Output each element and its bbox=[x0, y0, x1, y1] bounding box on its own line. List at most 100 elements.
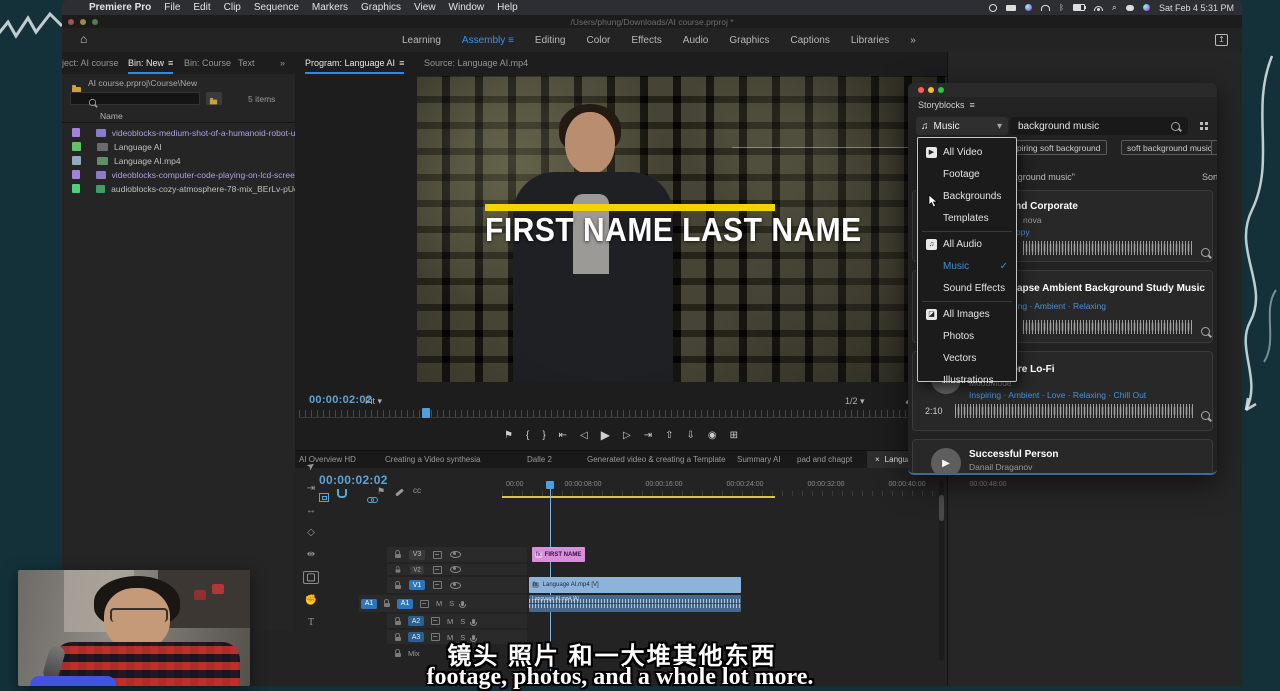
graphic-clip-first-name[interactable]: fx FIRST NAME bbox=[532, 547, 585, 562]
rectangle-tool-icon[interactable]: ▢ bbox=[303, 571, 318, 584]
label-color-chip[interactable] bbox=[72, 156, 81, 165]
razor-tool-icon[interactable]: ◇ bbox=[307, 527, 315, 538]
menu-sequence[interactable]: Sequence bbox=[254, 2, 299, 13]
storyblocks-search-input[interactable]: background music bbox=[1010, 117, 1188, 135]
result-artist[interactable]: nova bbox=[1023, 215, 1041, 225]
tab-source-monitor[interactable]: Source: Language AI.mp4 bbox=[424, 52, 528, 74]
workspace-tab-audio[interactable]: Audio bbox=[683, 35, 709, 46]
playback-resolution-dropdown[interactable]: 1/2 ▾ bbox=[845, 396, 865, 407]
ripple-edit-tool-icon[interactable]: ↔ bbox=[306, 505, 316, 516]
fit-dropdown[interactable]: Fit ▾ bbox=[365, 396, 382, 407]
sequence-tab[interactable]: Generated video & creating a Template bbox=[587, 451, 726, 468]
step-back-icon[interactable]: ◁ bbox=[580, 430, 588, 441]
menu-item-music[interactable]: Music✓ bbox=[918, 255, 1016, 277]
audio-result-card[interactable]: ▶ Successful Person Danail Draganov bbox=[912, 439, 1213, 475]
source-patch-a1[interactable]: A1 bbox=[361, 599, 377, 609]
sequence-tab[interactable]: Summary AI bbox=[737, 451, 781, 468]
scrollbar-thumb[interactable] bbox=[939, 495, 944, 521]
timeline-timecode[interactable]: 00:00:02:02 bbox=[319, 473, 388, 487]
solo-button[interactable]: S bbox=[460, 617, 465, 626]
suggestion-chip[interactable]: soft background music bbox=[1121, 140, 1217, 155]
label-color-chip[interactable] bbox=[72, 184, 80, 193]
status-orb-icon[interactable] bbox=[1025, 4, 1032, 11]
sync-lock-icon[interactable] bbox=[433, 551, 442, 559]
mark-in-icon[interactable]: { bbox=[526, 430, 529, 441]
button-editor-icon[interactable]: ⊞ bbox=[730, 430, 738, 441]
selection-tool-icon[interactable]: ➤ bbox=[304, 460, 317, 474]
lock-icon[interactable] bbox=[395, 585, 401, 589]
sync-lock-icon[interactable] bbox=[433, 581, 442, 589]
project-row-video-2[interactable]: videoblocks-computer-code-playing-on-lcd… bbox=[62, 168, 295, 181]
track-header-v1[interactable]: V1 bbox=[387, 577, 527, 593]
tab-bin-course[interactable]: Bin: Course bbox=[184, 52, 231, 74]
lock-icon[interactable] bbox=[396, 569, 401, 572]
menu-help[interactable]: Help bbox=[497, 2, 518, 13]
track-visibility-icon[interactable] bbox=[450, 551, 461, 558]
track-badge-a2[interactable]: A2 bbox=[408, 616, 424, 626]
menu-item-all-video[interactable]: ▶All Video bbox=[918, 141, 1016, 163]
voiceover-mic-icon[interactable] bbox=[472, 619, 475, 624]
project-row-video-1[interactable]: videoblocks-medium-shot-of-a-humanoid-ro… bbox=[62, 126, 295, 139]
new-bin-button[interactable] bbox=[206, 92, 222, 105]
go-to-in-icon[interactable]: ⇤ bbox=[559, 430, 567, 441]
waveform[interactable] bbox=[1023, 241, 1193, 255]
track-badge-v1[interactable]: V1 bbox=[409, 580, 425, 590]
sort-dropdown[interactable]: Sort bbox=[1202, 172, 1217, 182]
menu-window[interactable]: Window bbox=[449, 2, 485, 13]
slip-tool-icon[interactable]: ⇹ bbox=[307, 549, 315, 560]
workspace-tab-learning[interactable]: Learning bbox=[402, 35, 441, 46]
mute-button[interactable]: M bbox=[447, 617, 453, 626]
siri-icon[interactable] bbox=[1143, 4, 1150, 11]
app-menu[interactable]: Premiere Pro bbox=[89, 2, 151, 13]
sequence-tab[interactable]: pad and chagpt bbox=[797, 451, 852, 468]
track-header-a1[interactable]: A1 A1 M S bbox=[359, 595, 527, 612]
workspace-tab-color[interactable]: Color bbox=[586, 35, 610, 46]
type-tool-icon[interactable]: T bbox=[308, 617, 314, 628]
solo-button[interactable]: S bbox=[449, 599, 454, 608]
timeline-settings-icon[interactable] bbox=[395, 488, 404, 496]
voiceover-mic-icon[interactable] bbox=[461, 601, 464, 606]
export-frame-icon[interactable]: ◉ bbox=[708, 430, 717, 441]
menu-item-footage[interactable]: Footage bbox=[918, 163, 1016, 185]
bluetooth-icon[interactable]: ᛒ bbox=[1059, 3, 1064, 12]
play-button[interactable]: ▶ bbox=[931, 448, 961, 475]
project-row-sequence[interactable]: Language AI bbox=[62, 140, 295, 153]
linked-selection-icon[interactable] bbox=[367, 497, 377, 503]
menu-item-all-audio[interactable]: ♫All Audio bbox=[918, 233, 1016, 255]
hand-tool-icon[interactable]: ✊ bbox=[305, 595, 317, 606]
menu-item-vectors[interactable]: Vectors bbox=[918, 347, 1016, 369]
menu-edit[interactable]: Edit bbox=[193, 2, 210, 13]
find-similar-icon[interactable] bbox=[1201, 327, 1210, 336]
waveform[interactable] bbox=[1023, 320, 1193, 334]
spotlight-icon[interactable]: ⌕ bbox=[1112, 2, 1117, 13]
track-select-tool-icon[interactable]: ⇥ bbox=[307, 483, 315, 494]
label-color-chip[interactable] bbox=[72, 142, 81, 151]
workspace-overflow-icon[interactable]: » bbox=[910, 35, 916, 46]
project-row-audio[interactable]: audioblocks-cozy-atmosphere-78-mix_BErLv… bbox=[62, 182, 295, 195]
find-similar-icon[interactable] bbox=[1201, 411, 1210, 420]
minimize-window-button[interactable] bbox=[928, 87, 934, 93]
sync-lock-icon[interactable] bbox=[433, 566, 442, 574]
menu-item-photos[interactable]: Photos bbox=[918, 325, 1016, 347]
wifi-icon[interactable] bbox=[1094, 5, 1103, 11]
snap-icon[interactable] bbox=[337, 489, 347, 498]
find-similar-icon[interactable] bbox=[1201, 248, 1210, 257]
play-icon[interactable]: ▶ bbox=[601, 428, 610, 442]
close-tab-icon[interactable]: × bbox=[875, 455, 880, 464]
tab-bin-new[interactable]: Bin: New ≡ bbox=[128, 52, 173, 74]
bin-breadcrumb[interactable]: AI course.prproj\Course\New bbox=[88, 78, 197, 88]
workspace-tab-libraries[interactable]: Libraries bbox=[851, 35, 889, 46]
track-badge-v2[interactable]: V2 bbox=[410, 565, 424, 574]
menu-item-sound-effects[interactable]: Sound Effects bbox=[918, 277, 1016, 299]
share-export-icon[interactable]: ↥ bbox=[1215, 34, 1228, 46]
step-forward-icon[interactable]: ▷ bbox=[623, 430, 631, 441]
workspace-tab-captions[interactable]: Captions bbox=[790, 35, 829, 46]
home-icon[interactable]: ⌂ bbox=[80, 32, 87, 46]
program-playhead[interactable] bbox=[422, 408, 430, 418]
video-clip-language-ai[interactable]: fx Language AI.mp4 [V] bbox=[529, 577, 741, 593]
result-tags[interactable]: Inspiring · Ambient · Love · Relaxing · … bbox=[969, 390, 1146, 400]
lock-icon[interactable] bbox=[395, 621, 401, 625]
label-color-chip[interactable] bbox=[72, 170, 80, 179]
mark-out-icon[interactable]: } bbox=[542, 430, 545, 441]
control-center-icon[interactable] bbox=[1126, 5, 1134, 11]
